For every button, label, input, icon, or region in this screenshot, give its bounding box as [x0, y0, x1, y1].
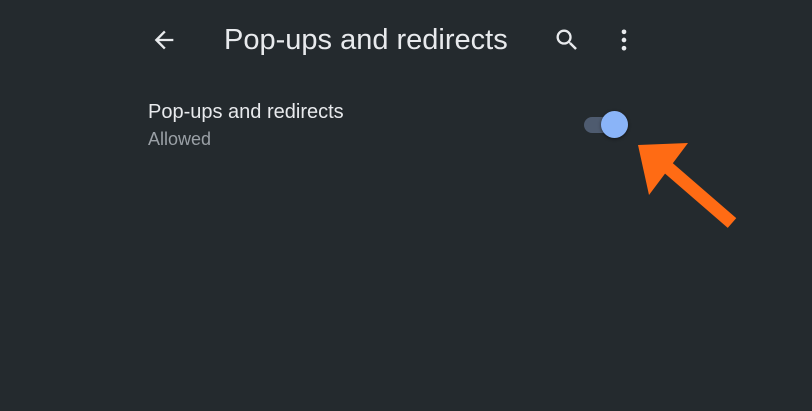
more-vert-icon: [621, 29, 627, 51]
setting-row-popups[interactable]: Pop-ups and redirects Allowed: [130, 92, 660, 158]
popups-toggle[interactable]: [584, 111, 630, 139]
search-icon: [556, 29, 577, 50]
setting-title: Pop-ups and redirects: [148, 101, 344, 123]
annotation-arrow-shaft: [660, 160, 737, 228]
more-options-button[interactable]: [606, 22, 642, 58]
search-button[interactable]: [549, 22, 585, 58]
arrow-back-icon: [154, 30, 174, 50]
back-button[interactable]: [146, 22, 182, 58]
setting-status: Allowed: [148, 129, 212, 149]
page-title: Pop-ups and redirects: [224, 24, 508, 56]
toggle-thumb: [601, 111, 628, 138]
app-bar: Pop-ups and redirects: [0, 0, 812, 80]
